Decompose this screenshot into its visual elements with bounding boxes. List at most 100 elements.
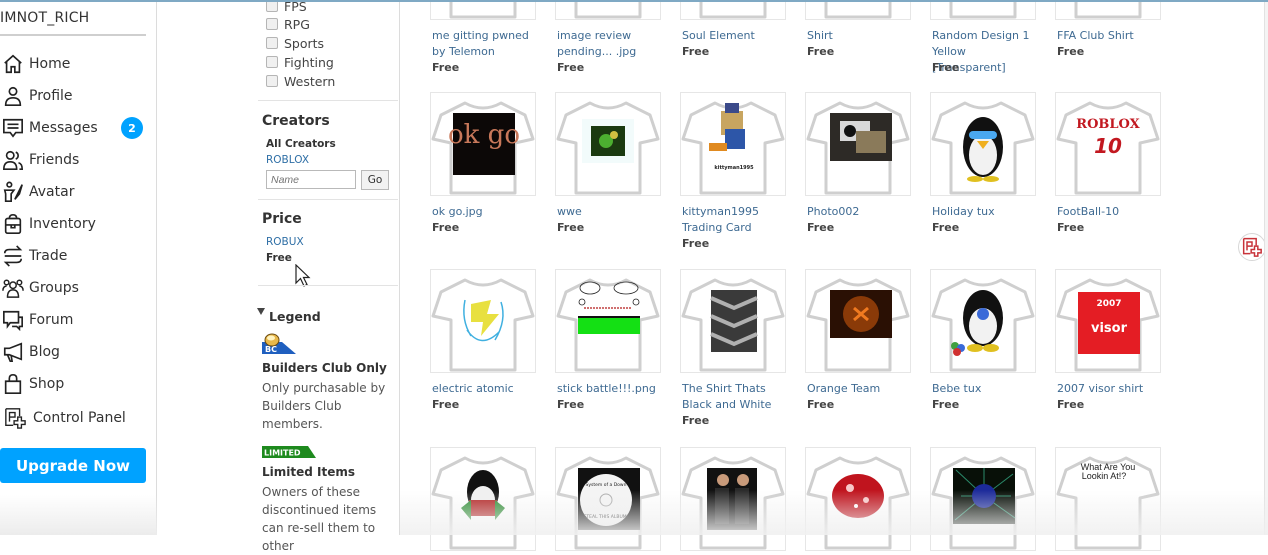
item-price: Free (557, 398, 585, 411)
nav-item-blog[interactable]: Blog (0, 338, 150, 366)
item-price: Free (807, 398, 835, 411)
item-thumbnail[interactable] (930, 92, 1036, 196)
inventory-icon (0, 212, 26, 236)
item-name-link[interactable]: wwe (557, 204, 667, 220)
item-thumbnail[interactable] (805, 447, 911, 551)
checkbox[interactable] (266, 56, 278, 68)
genre-filter-fps[interactable]: FPS (266, 0, 307, 15)
item-name-link[interactable]: electric atomic (432, 381, 542, 397)
item-thumbnail[interactable]: What Are You Lookin At!? (1055, 447, 1161, 551)
profile-icon (0, 84, 26, 108)
item-thumbnail[interactable] (555, 269, 661, 373)
item-thumbnail[interactable] (930, 0, 1036, 20)
item-thumbnail[interactable]: kittyman1995 (680, 92, 786, 196)
item-thumbnail[interactable]: 2007 visor (1055, 269, 1161, 373)
checkbox[interactable] (266, 37, 278, 49)
all-creators-label[interactable]: All Creators (266, 138, 336, 150)
item-thumbnail[interactable]: ok go (430, 92, 536, 196)
item-thumbnail[interactable] (1055, 0, 1161, 20)
genre-label: Western (284, 73, 336, 89)
item-thumbnail[interactable] (930, 269, 1036, 373)
robux-price-link[interactable]: ROBUX (266, 236, 304, 248)
item-thumbnail[interactable] (805, 269, 911, 373)
top-accent-line (0, 0, 1268, 2)
item-thumbnail[interactable] (805, 0, 911, 20)
svg-text:STEAL THIS ALBUM!: STEAL THIS ALBUM! (584, 514, 629, 520)
nav-item-messages[interactable]: Messages 2 (0, 114, 150, 142)
creator-go-button[interactable]: Go (361, 170, 389, 190)
item-name-link[interactable]: me gitting pwned by Telemon (432, 28, 542, 60)
item-thumbnail[interactable] (555, 0, 661, 20)
item-name-link[interactable]: Holiday tux (932, 204, 1042, 220)
item-name-link[interactable]: image review pending... .jpg (557, 28, 667, 60)
item-name-link[interactable]: Shirt (807, 28, 917, 44)
svg-text:System of a Down: System of a Down (586, 482, 627, 488)
nav-item-profile[interactable]: Profile (0, 82, 150, 110)
nav-item-shop[interactable]: Shop (0, 370, 150, 398)
nav-item-forum[interactable]: Forum (0, 306, 150, 334)
checkbox[interactable] (266, 75, 278, 87)
item-name-link[interactable]: Photo002 (807, 204, 917, 220)
creator-name-input[interactable] (266, 170, 356, 189)
svg-text:ok go: ok go (448, 120, 520, 150)
nav-item-trade[interactable]: Trade (0, 242, 150, 270)
item-thumbnail[interactable] (680, 0, 786, 20)
item-thumbnail[interactable] (805, 92, 911, 196)
item-thumbnail[interactable] (430, 447, 536, 551)
item-name-link[interactable]: kittyman1995 Trading Card (682, 204, 792, 236)
item-price: Free (932, 398, 960, 411)
legend-collapse-icon[interactable] (257, 308, 265, 315)
item-price: Free (557, 221, 585, 234)
item-thumbnail[interactable] (430, 269, 536, 373)
item-name-link[interactable]: Soul Element (682, 28, 792, 44)
legend-heading[interactable]: Legend (269, 309, 321, 324)
svg-text:Lookin At!?: Lookin At!? (1082, 471, 1127, 481)
free-price-option[interactable]: Free (266, 252, 292, 264)
shirt-template-image (806, 101, 910, 195)
item-thumbnail[interactable] (555, 92, 661, 196)
scrollbar[interactable] (1264, 0, 1268, 535)
upgrade-now-button[interactable]: Upgrade Now (0, 448, 146, 483)
item-thumbnail[interactable] (680, 447, 786, 551)
item-name-link[interactable]: FFA Club Shirt (1057, 28, 1167, 44)
item-thumbnail[interactable]: ROBLOX 10 (1055, 92, 1161, 196)
messages-icon (0, 116, 26, 140)
nav-item-friends[interactable]: Friends (0, 146, 150, 174)
genre-filter-rpg[interactable]: RPG (266, 15, 310, 33)
item-name-link[interactable]: 2007 visor shirt (1057, 381, 1167, 397)
nav-item-avatar[interactable]: Avatar (0, 178, 150, 206)
shirt-template-image: ok go (431, 101, 535, 195)
checkbox[interactable] (266, 18, 278, 30)
builders-club-icon: BC (262, 333, 296, 354)
nav-item-groups[interactable]: Groups (0, 274, 150, 302)
genre-filter-sports[interactable]: Sports (266, 34, 324, 52)
shirt-template-image: 2007 visor (1056, 278, 1160, 372)
item-name-link[interactable]: The Shirt Thats Black and White (682, 381, 792, 413)
limited-badge-text: LIMITED (264, 449, 301, 458)
item-name-link[interactable]: Bebe tux (932, 381, 1042, 397)
shirt-template-image (574, 0, 642, 19)
item-price: Free (932, 61, 960, 74)
roblox-creator-link[interactable]: ROBLOX (266, 154, 309, 166)
genre-filter-western[interactable]: Western (266, 72, 335, 90)
divider (258, 199, 398, 200)
creators-heading: Creators (262, 113, 330, 129)
item-thumbnail[interactable] (680, 269, 786, 373)
item-price: Free (1057, 221, 1085, 234)
forum-icon (0, 308, 26, 332)
genre-filter-fighting[interactable]: Fighting (266, 53, 334, 71)
nav-item-home[interactable]: Home (0, 50, 150, 78)
limited-items-title: Limited Items (262, 465, 356, 479)
item-price: Free (432, 221, 460, 234)
svg-text:10: 10 (1094, 134, 1122, 158)
floating-extension-button[interactable] (1238, 233, 1266, 261)
nav-item-inventory[interactable]: Inventory (0, 210, 150, 238)
item-name-link[interactable]: Orange Team (807, 381, 917, 397)
item-name-link[interactable]: ok go.jpg (432, 204, 542, 220)
item-name-link[interactable]: stick battle!!!.png (557, 381, 667, 397)
item-thumbnail[interactable] (430, 0, 536, 20)
item-name-link[interactable]: FootBall-10 (1057, 204, 1167, 220)
nav-item-control-panel[interactable]: Control Panel (0, 404, 150, 432)
item-thumbnail[interactable] (930, 447, 1036, 551)
item-thumbnail[interactable]: System of a Down STEAL THIS ALBUM! (555, 447, 661, 551)
